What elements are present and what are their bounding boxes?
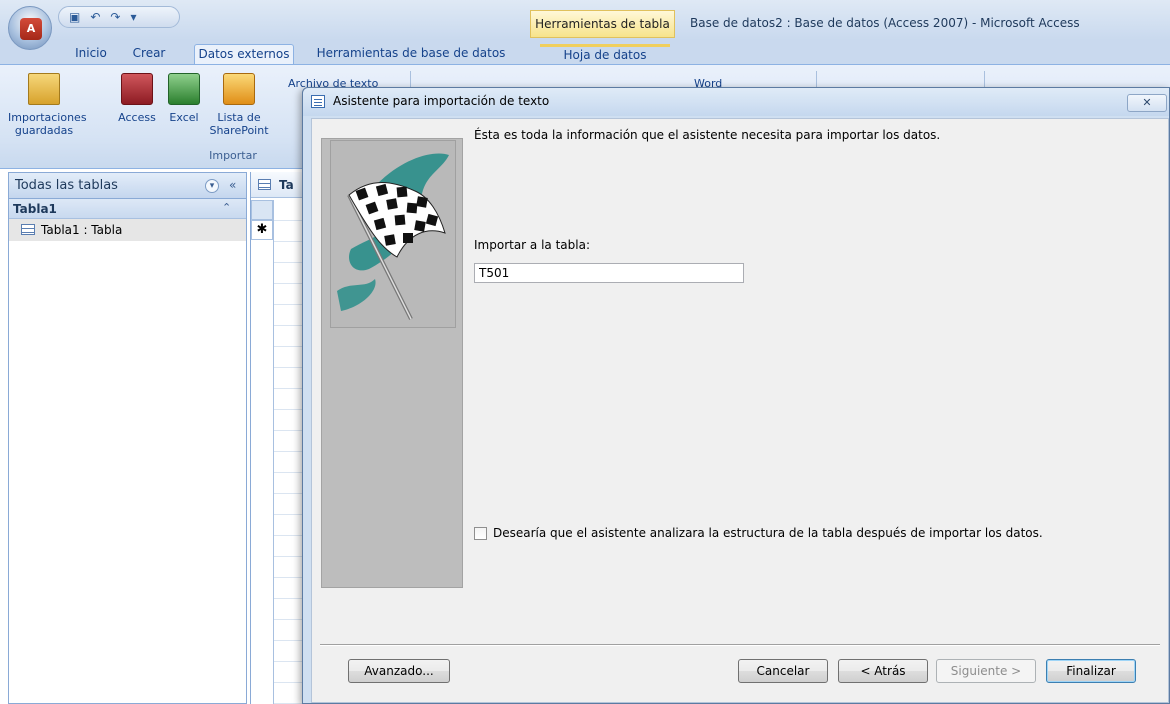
wizard-window-icon: [311, 95, 325, 108]
finish-button[interactable]: Finalizar: [1046, 659, 1136, 683]
office-button[interactable]: A: [8, 6, 52, 50]
import-sharepoint-button[interactable]: Lista de SharePoint: [206, 73, 272, 137]
tab-hoja-de-datos[interactable]: Hoja de datos: [540, 44, 670, 64]
navigation-pane: Todas las tablas ▾ « Tabla1 ⌃ Tabla1 : T…: [8, 172, 247, 704]
select-all-corner[interactable]: [251, 200, 273, 220]
nav-group-label: Tabla1: [13, 202, 57, 216]
checkered-flag-icon: [330, 140, 456, 328]
datasheet-grid[interactable]: [273, 200, 303, 704]
ribbon-tabs: Inicio Crear Datos externos Herramientas…: [0, 40, 1170, 64]
import-sharepoint-label: Lista de SharePoint: [209, 111, 269, 137]
title-bar: A ▣ ↶ ↷ ▾ Herramientas de tabla Base de …: [0, 0, 1170, 50]
nav-group-header[interactable]: Tabla1 ⌃: [9, 199, 246, 219]
import-excel-button[interactable]: Excel: [164, 73, 204, 124]
import-access-label: Access: [118, 111, 156, 124]
advanced-button[interactable]: Avanzado...: [348, 659, 450, 683]
saved-imports-label: Importaciones guardadas: [8, 111, 87, 137]
nav-collapse-icon[interactable]: «: [229, 178, 236, 192]
table-icon: [21, 224, 35, 235]
access-logo-icon: A: [20, 18, 42, 40]
undo-icon[interactable]: ↶: [90, 11, 100, 23]
next-button[interactable]: Siguiente >: [936, 659, 1036, 683]
saved-imports-button[interactable]: Importaciones guardadas: [8, 73, 87, 137]
import-table-label: Importar a la tabla:: [474, 238, 591, 252]
tab-herramientas-base-datos[interactable]: Herramientas de base de datos: [306, 44, 516, 64]
new-record-marker: ✱: [251, 220, 273, 240]
import-table-input[interactable]: [474, 263, 744, 283]
access-icon: [121, 73, 153, 105]
excel-icon: [168, 73, 200, 105]
redo-icon[interactable]: ↷: [110, 11, 120, 23]
back-button[interactable]: < Atrás: [838, 659, 928, 683]
table-icon: [258, 179, 271, 190]
sharepoint-icon: [223, 73, 255, 105]
contextual-tab-group: Herramientas de tabla: [530, 10, 675, 38]
import-text-wizard-dialog: Asistente para importación de texto ✕ És…: [302, 87, 1170, 704]
saved-imports-icon: [28, 73, 60, 105]
analyze-checkbox-row[interactable]: Desearía que el asistente analizara la e…: [474, 526, 1043, 540]
tab-inicio[interactable]: Inicio: [64, 44, 118, 64]
analyze-checkbox-label: Desearía que el asistente analizara la e…: [493, 526, 1043, 540]
import-access-button[interactable]: Access: [114, 73, 160, 124]
nav-pane-header[interactable]: Todas las tablas ▾ «: [9, 173, 246, 199]
window-title: Base de datos2 : Base de datos (Access 2…: [690, 16, 1080, 30]
analyze-checkbox[interactable]: [474, 526, 487, 540]
customize-qat-icon[interactable]: ▾: [130, 11, 136, 23]
nav-item-tabla1[interactable]: Tabla1 : Tabla: [9, 219, 246, 241]
cancel-button[interactable]: Cancelar: [738, 659, 828, 683]
dialog-title-bar[interactable]: Asistente para importación de texto ✕: [303, 88, 1169, 116]
nav-dropdown-icon[interactable]: ▾: [205, 179, 219, 193]
dialog-body: Ésta es toda la información que el asist…: [311, 118, 1169, 703]
nav-item-label: Tabla1 : Tabla: [41, 223, 123, 237]
dialog-title: Asistente para importación de texto: [333, 94, 550, 108]
quick-access-toolbar: ▣ ↶ ↷ ▾: [58, 6, 180, 28]
document-tab-label: Ta: [279, 178, 294, 192]
chevron-up-icon[interactable]: ⌃: [222, 201, 231, 214]
dialog-separator: [320, 644, 1160, 646]
wizard-side-panel: [321, 138, 463, 588]
wizard-message: Ésta es toda la información que el asist…: [474, 128, 941, 142]
close-button[interactable]: ✕: [1127, 94, 1167, 112]
tab-datos-externos[interactable]: Datos externos: [194, 44, 294, 64]
save-icon[interactable]: ▣: [69, 11, 80, 23]
nav-pane-title: Todas las tablas: [15, 178, 118, 193]
import-excel-label: Excel: [169, 111, 199, 124]
tab-crear[interactable]: Crear: [126, 44, 172, 64]
